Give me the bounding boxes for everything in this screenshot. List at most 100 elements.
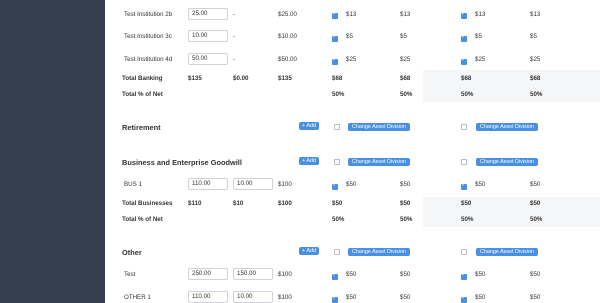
value-input[interactable]: 110.00 bbox=[188, 291, 228, 303]
col2-value: $25 bbox=[400, 56, 411, 63]
checkbox-checked[interactable] bbox=[461, 182, 467, 190]
col2-value: $50 bbox=[400, 271, 411, 278]
row-name: Test bbox=[124, 271, 136, 278]
col3-value: $13 bbox=[475, 11, 486, 18]
total-col2: $50 bbox=[400, 200, 411, 207]
amount-input[interactable]: 10.00 bbox=[188, 30, 228, 42]
col3-value: $50 bbox=[475, 271, 486, 278]
amount-input[interactable]: 50.00 bbox=[188, 53, 228, 65]
total-col3: $68 bbox=[461, 75, 472, 82]
other-title: Other bbox=[122, 248, 142, 257]
value-input[interactable]: 250.00 bbox=[188, 268, 228, 280]
checkbox-checked[interactable] bbox=[461, 11, 467, 19]
main-content: Test Institution 2b 25.00 - $25.00 $13 $… bbox=[105, 0, 600, 303]
business-title: Business and Enterprise Goodwill bbox=[122, 158, 242, 167]
pct-col4: 50% bbox=[530, 216, 543, 223]
total-col4: $68 bbox=[530, 75, 541, 82]
checkbox[interactable] bbox=[461, 159, 467, 165]
row-name: Test Institution 4d bbox=[124, 56, 173, 63]
checkbox-checked[interactable] bbox=[332, 182, 338, 190]
pct-col1: 50% bbox=[332, 91, 345, 98]
col2-value: $5 bbox=[400, 33, 407, 40]
other-add-button[interactable]: + Add bbox=[299, 247, 319, 255]
checkbox-checked[interactable] bbox=[332, 11, 338, 19]
change-asset-division-button[interactable]: Change Asset Division bbox=[348, 123, 410, 131]
totals-band bbox=[423, 70, 600, 102]
change-asset-division-button[interactable]: Change Asset Division bbox=[476, 123, 538, 131]
row-amount: $10.00 bbox=[278, 33, 297, 40]
pct-col3: 50% bbox=[461, 91, 474, 98]
col1-value: $50 bbox=[346, 181, 357, 188]
row-name: BUS 1 bbox=[124, 181, 142, 188]
total-label: Total Banking bbox=[122, 75, 163, 82]
checkbox[interactable] bbox=[461, 249, 467, 255]
total-label: Total Businesses bbox=[122, 200, 173, 207]
col4-value: $25 bbox=[530, 56, 541, 63]
sidebar bbox=[0, 0, 105, 303]
checkbox[interactable] bbox=[461, 124, 467, 130]
col3-value: $25 bbox=[475, 56, 486, 63]
row-amount: $25.00 bbox=[278, 11, 297, 18]
checkbox-checked[interactable] bbox=[332, 295, 338, 303]
total-b: $10 bbox=[233, 200, 244, 207]
checkbox-checked[interactable] bbox=[461, 272, 467, 280]
col1-value: $25 bbox=[346, 56, 357, 63]
col4-value: $13 bbox=[530, 11, 541, 18]
debt-input[interactable]: 10.00 bbox=[233, 178, 273, 190]
checkbox[interactable] bbox=[334, 159, 340, 165]
row-amount: $100 bbox=[278, 294, 292, 301]
checkbox-checked[interactable] bbox=[461, 295, 467, 303]
business-add-button[interactable]: + Add bbox=[299, 157, 319, 165]
total-col4: $50 bbox=[530, 200, 541, 207]
total-col1: $68 bbox=[332, 75, 343, 82]
pct-col2: 50% bbox=[400, 91, 413, 98]
col1-value: $50 bbox=[346, 294, 357, 301]
col4-value: $50 bbox=[530, 271, 541, 278]
total-c: $135 bbox=[278, 75, 292, 82]
checkbox[interactable] bbox=[334, 249, 340, 255]
total-col1: $50 bbox=[332, 200, 343, 207]
row-amount: $100 bbox=[278, 271, 292, 278]
total-col3: $50 bbox=[461, 200, 472, 207]
dash-text: - bbox=[233, 33, 236, 40]
col3-value: $50 bbox=[475, 181, 486, 188]
debt-input[interactable]: 150.00 bbox=[233, 268, 273, 280]
col1-value: $5 bbox=[346, 33, 353, 40]
col3-value: $50 bbox=[475, 294, 486, 301]
col4-value: $50 bbox=[530, 294, 541, 301]
pct-col3: 50% bbox=[461, 216, 474, 223]
row-amount: $50.00 bbox=[278, 56, 297, 63]
change-asset-division-button[interactable]: Change Asset Division bbox=[348, 248, 410, 256]
total-a: $135 bbox=[188, 75, 202, 82]
retirement-add-button[interactable]: + Add bbox=[299, 122, 319, 130]
checkbox-checked[interactable] bbox=[332, 34, 338, 42]
checkbox-checked[interactable] bbox=[461, 57, 467, 65]
pct-col4: 50% bbox=[530, 91, 543, 98]
total-b: $0.00 bbox=[233, 75, 249, 82]
row-name: OTHER 1 bbox=[124, 294, 151, 301]
col4-value: $5 bbox=[530, 33, 537, 40]
col2-value: $13 bbox=[400, 11, 411, 18]
col3-value: $5 bbox=[475, 33, 482, 40]
dash-text: - bbox=[233, 56, 236, 63]
total-c: $100 bbox=[278, 200, 292, 207]
checkbox-checked[interactable] bbox=[332, 272, 338, 280]
checkbox-checked[interactable] bbox=[332, 57, 338, 65]
total-col2: $68 bbox=[400, 75, 411, 82]
pct-label: Total % of Net bbox=[122, 91, 163, 98]
change-asset-division-button[interactable]: Change Asset Division bbox=[476, 158, 538, 166]
change-asset-division-button[interactable]: Change Asset Division bbox=[348, 158, 410, 166]
col1-value: $50 bbox=[346, 271, 357, 278]
amount-input[interactable]: 25.00 bbox=[188, 8, 228, 20]
change-asset-division-button[interactable]: Change Asset Division bbox=[476, 248, 538, 256]
col4-value: $50 bbox=[530, 181, 541, 188]
row-amount: $100 bbox=[278, 181, 292, 188]
retirement-title: Retirement bbox=[122, 123, 161, 132]
debt-input[interactable]: 10.00 bbox=[233, 291, 273, 303]
row-name: Test Institution 2b bbox=[124, 11, 173, 18]
value-input[interactable]: 110.00 bbox=[188, 178, 228, 190]
checkbox[interactable] bbox=[334, 124, 340, 130]
row-name: Test Institution 3c bbox=[124, 33, 172, 40]
checkbox-checked[interactable] bbox=[461, 34, 467, 42]
totals-band bbox=[423, 197, 600, 227]
